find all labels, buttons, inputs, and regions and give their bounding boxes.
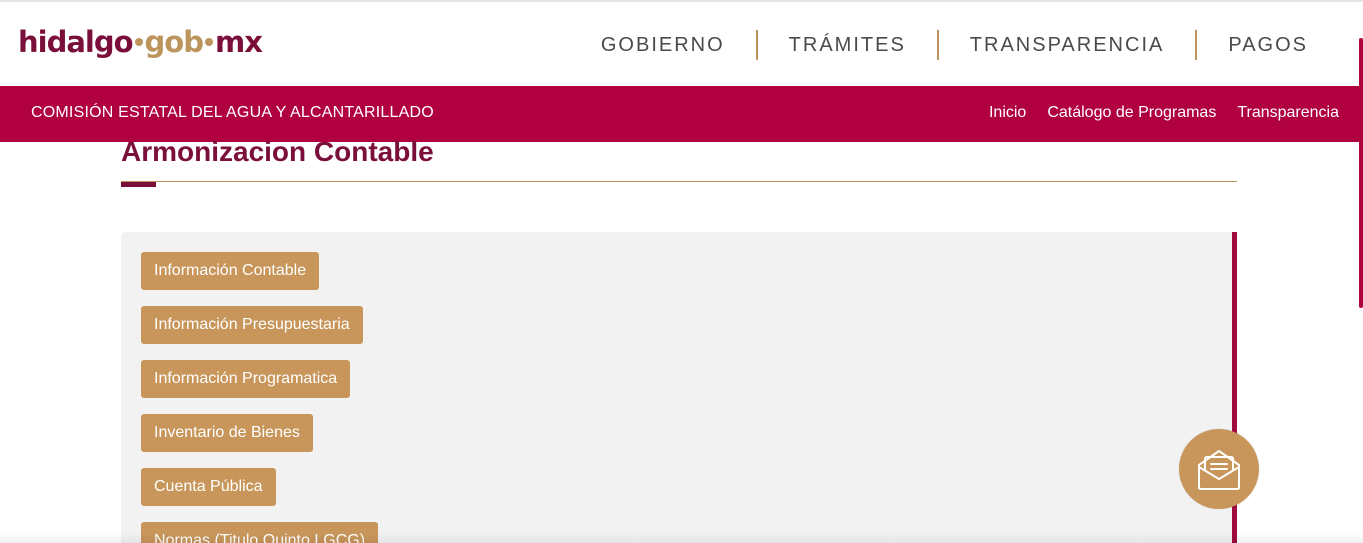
sub-nav: Inicio Catálogo de Programas Transparenc… [989,104,1339,122]
nav-tramites[interactable]: TRÁMITES [758,30,937,60]
logo-dot [134,38,143,46]
logo-part-gob: gob [144,25,204,59]
page-title: Armonizacion Contable [121,136,434,167]
logo-part-mx: mx [215,25,263,59]
organization-name[interactable]: COMISIÓN ESTATAL DEL AGUA Y ALCANTARILLA… [31,104,434,122]
nav-pagos[interactable]: PAGOS [1197,30,1339,60]
page-scrollbar[interactable] [1359,38,1363,308]
title-divider [121,181,1237,182]
logo-part-hidalgo: hidalgo [18,25,134,59]
title-accent-bar [121,182,156,187]
sub-nav-transparencia[interactable]: Transparencia [1237,104,1339,122]
mail-envelope-icon [1198,450,1240,490]
sub-nav-inicio[interactable]: Inicio [989,104,1026,122]
button-cuenta-publica[interactable]: Cuenta Pública [141,468,276,506]
top-header: hidalgo gob mx GOBIERNO TRÁMITES TRANSPARE… [0,0,1363,86]
logo-dot [205,38,213,46]
button-informacion-presupuestaria[interactable]: Información Presupuestaria [141,306,363,344]
sub-nav-catalogo-programas[interactable]: Catálogo de Programas [1047,104,1216,122]
sub-header: COMISIÓN ESTATAL DEL AGUA Y ALCANTARILLA… [0,86,1363,142]
button-informacion-programatica[interactable]: Información Programatica [141,360,351,398]
nav-gobierno[interactable]: GOBIERNO [570,30,756,60]
site-logo[interactable]: hidalgo gob mx [18,24,263,60]
button-informacion-contable[interactable]: Información Contable [141,252,320,290]
bottom-shadow [0,533,1363,543]
contact-fab-button[interactable] [1179,429,1259,509]
nav-transparencia[interactable]: TRANSPARENCIA [939,30,1196,60]
page: hidalgo gob mx GOBIERNO TRÁMITES TRANSPARE… [0,0,1363,543]
button-inventario-bienes[interactable]: Inventario de Bienes [141,414,313,452]
main-nav: GOBIERNO TRÁMITES TRANSPARENCIA PAGOS [570,30,1339,60]
